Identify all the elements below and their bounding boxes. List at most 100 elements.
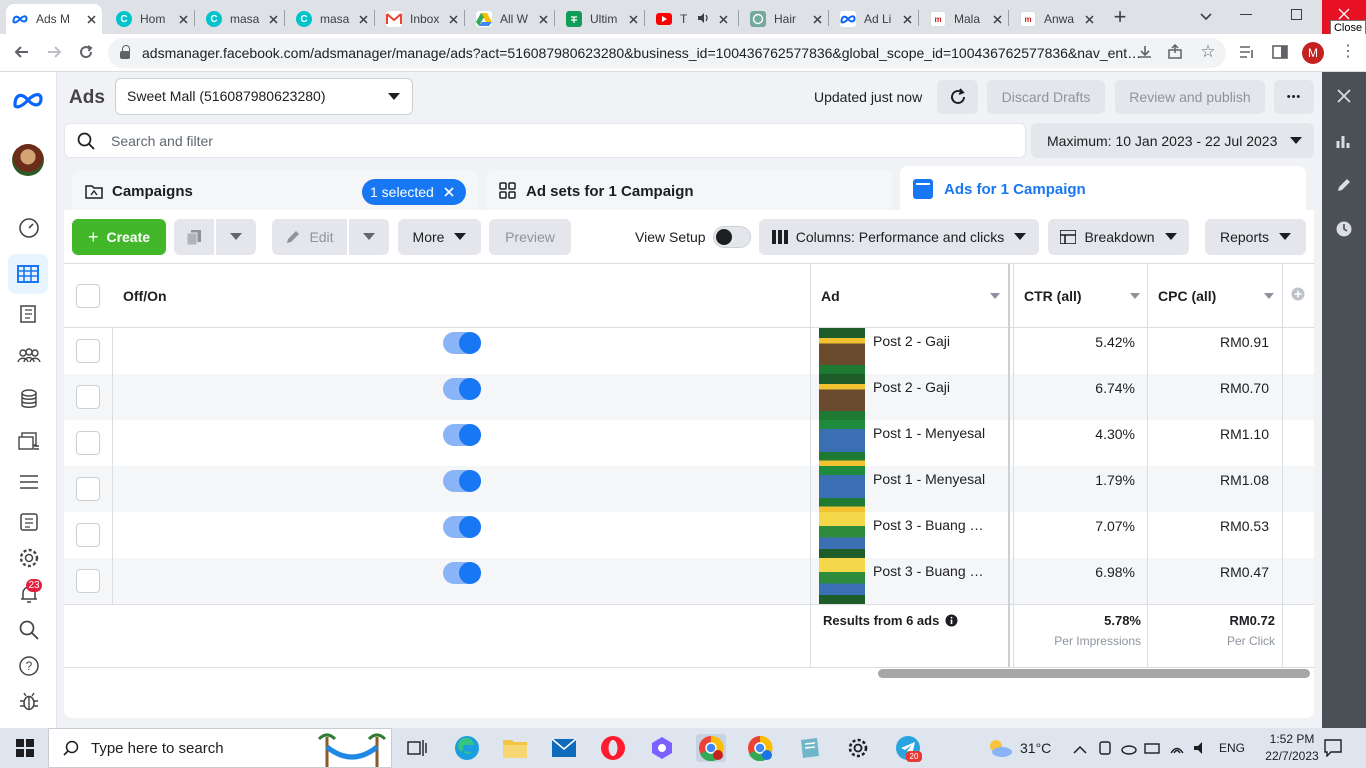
settings-gear-icon[interactable] [16, 545, 42, 571]
preview-button[interactable]: Preview [489, 219, 571, 255]
row-checkbox[interactable] [76, 523, 100, 547]
header-ad[interactable]: Ad [821, 288, 840, 304]
ad-name-link[interactable]: Post 3 - Buang m… [873, 563, 993, 579]
row-checkbox[interactable] [76, 477, 100, 501]
tab-close-icon[interactable] [269, 11, 278, 28]
help-icon[interactable]: ? [16, 653, 42, 679]
browser-tab[interactable]: m Anwa [1014, 4, 1100, 34]
date-range-picker[interactable]: Maximum: 10 Jan 2023 - 22 Jul 2023 [1031, 123, 1314, 158]
url-field[interactable]: adsmanager.facebook.com/adsmanager/manag… [108, 38, 1226, 68]
horizontal-scrollbar[interactable] [878, 669, 1310, 678]
tab-ads[interactable]: Ads for 1 Campaign [900, 166, 1306, 212]
ad-name-link[interactable]: Post 1 - Menyesal [873, 425, 993, 441]
browser-tab[interactable]: Cmasa [200, 4, 284, 34]
ad-name-link[interactable]: Post 2 - Gaji [873, 333, 993, 349]
weather-temp[interactable]: 31°C [1020, 740, 1051, 756]
breakdown-button[interactable]: Breakdown [1048, 219, 1189, 255]
settings-gear-icon[interactable] [843, 734, 873, 762]
profile-avatar[interactable]: M [1302, 42, 1324, 64]
review-publish-button[interactable]: Review and publish [1115, 80, 1265, 114]
browser-tab[interactable]: T [650, 4, 734, 34]
weather-cloud-icon[interactable] [986, 738, 1014, 758]
refresh-button[interactable] [937, 80, 978, 114]
create-button[interactable]: + Create [72, 219, 166, 255]
duplicate-button[interactable] [174, 219, 214, 255]
ad-on-off-toggle[interactable] [443, 378, 481, 400]
mail-icon[interactable] [549, 734, 579, 762]
opera-icon[interactable] [598, 734, 628, 762]
back-arrow-icon[interactable] [10, 42, 34, 64]
account-selector[interactable]: Sweet Mall (516087980623280) [115, 78, 413, 115]
tab-adsets[interactable]: Ad sets for 1 Campaign [486, 170, 892, 212]
copilot-app-icon[interactable] [647, 734, 677, 762]
search-input[interactable]: Search and filter [111, 133, 213, 149]
row-checkbox[interactable] [76, 339, 100, 363]
chrome-profile-2-icon[interactable] [745, 734, 775, 762]
ad-name-link[interactable]: Post 1 - Menyesal [873, 471, 993, 487]
tab-close-icon[interactable] [87, 11, 96, 28]
selected-chip[interactable]: 1 selected [362, 179, 466, 205]
columns-button[interactable]: Columns: Performance and clicks [759, 219, 1039, 255]
tab-close-icon[interactable] [1085, 11, 1094, 28]
ad-name-link[interactable]: Post 3 - Buang m… [873, 517, 993, 533]
header-cpc[interactable]: CPC (all) [1158, 288, 1216, 304]
more-options-button[interactable]: ••• [1274, 80, 1314, 114]
sort-caret-icon[interactable] [1130, 293, 1140, 299]
reports-news-icon[interactable] [16, 509, 42, 535]
edge-browser-icon[interactable] [452, 734, 482, 762]
taskbar-search-box[interactable]: Type here to search [48, 728, 392, 768]
bug-report-icon[interactable] [16, 689, 42, 715]
tab-close-icon[interactable] [359, 11, 368, 28]
tab-close-icon[interactable] [179, 11, 188, 28]
tab-close-icon[interactable] [629, 11, 638, 28]
more-button[interactable]: More [398, 219, 481, 255]
reports-button[interactable]: Reports [1205, 219, 1306, 255]
meta-logo-icon[interactable] [12, 90, 44, 110]
windows-start-icon[interactable] [10, 734, 40, 762]
browser-tab[interactable]: C Hom [110, 4, 194, 34]
browser-tab[interactable]: Ads M [6, 4, 102, 34]
browser-tab[interactable]: Inbox [380, 4, 464, 34]
pages-icon[interactable] [16, 301, 42, 327]
chart-icon[interactable] [1335, 132, 1353, 150]
tab-close-icon[interactable] [993, 11, 1002, 28]
dashboard-gauge-icon[interactable] [16, 215, 42, 241]
browser-tab[interactable]: Ad Li [834, 4, 918, 34]
notes-app-icon[interactable] [795, 734, 825, 762]
maximize-button[interactable] [1291, 9, 1302, 20]
side-panel-icon[interactable] [1271, 43, 1289, 61]
bookmark-star-icon[interactable]: ☆ [1199, 42, 1217, 61]
clear-selection-icon[interactable] [444, 187, 454, 197]
new-tab-button[interactable]: + [1110, 5, 1130, 29]
sort-caret-icon[interactable] [1264, 293, 1274, 299]
search-bar[interactable]: Search and filter [64, 123, 1026, 158]
edit-button[interactable]: Edit [272, 219, 347, 255]
tab-campaigns[interactable]: Campaigns 1 selected [72, 170, 478, 212]
tray-icons[interactable] [1098, 740, 1210, 756]
share-icon[interactable] [1166, 43, 1184, 61]
user-avatar[interactable] [12, 144, 44, 176]
tab-close-icon[interactable] [719, 11, 728, 28]
browser-tab[interactable]: All W [470, 4, 554, 34]
language-indicator[interactable]: ENG [1219, 741, 1245, 755]
audiences-icon[interactable] [16, 343, 42, 369]
duplicate-dropdown[interactable] [216, 219, 256, 255]
forward-arrow-icon[interactable] [42, 42, 66, 64]
minimize-button[interactable] [1240, 14, 1252, 15]
sort-caret-icon[interactable] [990, 293, 1000, 299]
ad-on-off-toggle[interactable] [443, 332, 481, 354]
history-clock-icon[interactable] [1335, 220, 1353, 238]
browser-tab[interactable]: m Mala [924, 4, 1008, 34]
tab-close-icon[interactable] [449, 11, 458, 28]
header-ctr[interactable]: CTR (all) [1024, 288, 1082, 304]
tab-close-icon[interactable] [903, 11, 912, 28]
ad-on-off-toggle[interactable] [443, 470, 481, 492]
info-icon[interactable] [945, 614, 958, 627]
row-checkbox[interactable] [76, 431, 100, 455]
select-all-checkbox[interactable] [76, 284, 100, 308]
ad-creatives-icon[interactable] [16, 428, 42, 454]
browser-menu-icon[interactable]: ⋮ [1340, 41, 1356, 63]
view-setup-toggle[interactable] [713, 226, 751, 248]
tab-close-icon[interactable] [539, 11, 548, 28]
tab-close-icon[interactable] [813, 11, 822, 28]
